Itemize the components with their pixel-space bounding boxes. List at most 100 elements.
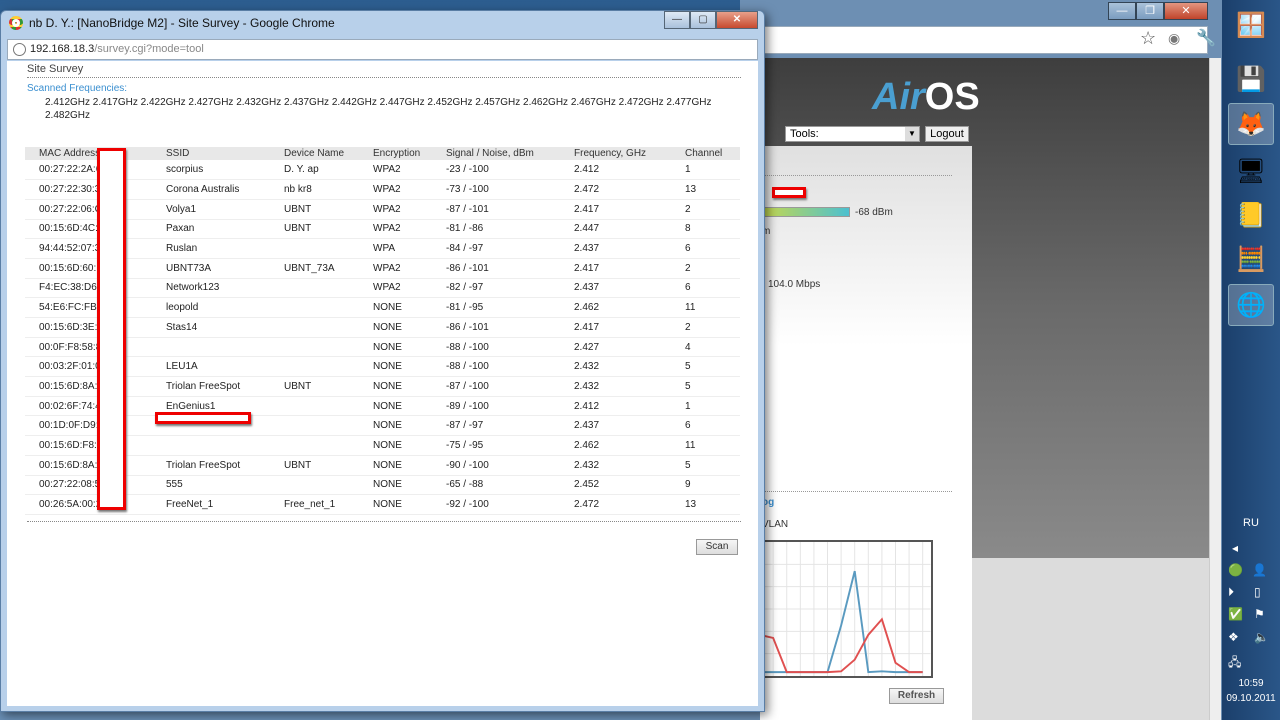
cell-channel: 2 <box>671 258 740 279</box>
column-header-encryption[interactable]: Encryption <box>359 147 432 160</box>
cell-ssid: Ruslan <box>152 238 270 259</box>
close-icon[interactable]: ✕ <box>716 11 758 29</box>
table-row[interactable]: 00:15:6D:8A:1 Triolan FreeSpot UBNT NONE -87… <box>25 376 740 397</box>
cell-channel: 5 <box>671 376 740 397</box>
logout-button[interactable]: Logout <box>925 126 969 142</box>
close-icon[interactable]: ✕ <box>1164 2 1208 20</box>
cell-channel: 4 <box>671 337 740 358</box>
cell-ssid: UBNT73A <box>152 258 270 279</box>
cell-channel: 2 <box>671 317 740 338</box>
cell-frequency: 2.462 <box>560 435 671 456</box>
cell-ssid <box>152 337 270 358</box>
language-indicator[interactable]: RU <box>1222 517 1280 529</box>
column-header-signal-noise[interactable]: Signal / Noise, dBm <box>432 147 560 160</box>
cell-frequency: 2.437 <box>560 278 671 299</box>
calculator-icon[interactable]: 🧮 <box>1228 238 1274 280</box>
utorrent-icon[interactable]: 🟢 <box>1228 563 1243 577</box>
redaction-box <box>772 187 806 198</box>
cell-frequency: 2.437 <box>560 415 671 437</box>
wrench-menu-icon[interactable]: 🔧 <box>1196 28 1216 48</box>
tray-app-icon[interactable]: ⏵ <box>1228 585 1234 600</box>
tools-select[interactable]: Tools: ▼ <box>785 126 920 142</box>
column-header-mac[interactable]: MAC Address <box>25 147 152 160</box>
rate-value: 104.0 Mbps <box>768 279 821 290</box>
table-row[interactable]: 00:26:5A:00:2 FreeNet_1 Free_net_1 NONE -92 … <box>25 494 740 515</box>
page-title: Site Survey <box>27 63 84 75</box>
cell-mac: 00:15:6D:4C:F <box>25 219 152 240</box>
show-hidden-icons-icon[interactable]: ◂ <box>1232 541 1238 555</box>
cell-ssid: FreeNet_1 <box>152 494 270 515</box>
remote-desktop-icon[interactable]: 🖥 <box>1228 150 1274 192</box>
volume-icon[interactable]: 🔈 <box>1254 630 1269 644</box>
cell-channel: 9 <box>671 475 740 496</box>
column-header-channel[interactable]: Channel <box>671 147 740 160</box>
firefox-icon[interactable]: 🦊 <box>1228 103 1274 145</box>
bookmark-star-icon[interactable]: ☆ <box>1140 28 1156 49</box>
cell-encryption: WPA2 <box>359 278 432 299</box>
network-icon[interactable]: 🖧 <box>1228 653 1241 674</box>
table-row[interactable]: 00:0F:F8:58:8 NONE -88 / -100 2.427 4 <box>25 337 740 358</box>
cell-mac: 00:15:6D:60:D <box>25 258 152 279</box>
cell-device-name: nb kr8 <box>270 179 359 200</box>
table-row[interactable]: 00:15:6D:4C:F Paxan UBNT WPA2 -81 / -86 2.447… <box>25 219 740 240</box>
column-header-ssid[interactable]: SSID <box>152 147 270 160</box>
chrome-icon <box>9 16 23 30</box>
table-row[interactable]: 00:27:22:08:5 555 NONE -65 / -88 2.452 9 <box>25 475 740 496</box>
restore-icon[interactable]: ❐ <box>1136 2 1164 20</box>
table-row[interactable]: 54:E6:FC:FB:1 leopold NONE -81 / -95 2.462 11 <box>25 297 740 318</box>
cell-encryption: NONE <box>359 396 432 417</box>
cell-frequency: 2.462 <box>560 297 671 318</box>
floppy-app-icon[interactable]: 💾 <box>1228 58 1274 100</box>
cell-mac: F4:EC:38:D6:E <box>25 278 152 299</box>
table-row[interactable]: 00:02:6F:74:4 EnGenius1 NONE -89 / -100 2.41… <box>25 396 740 417</box>
cell-mac: 00:27:22:30:3 <box>25 179 152 200</box>
agent-icon[interactable]: 👤 <box>1252 563 1267 577</box>
cell-signal-noise: -92 / -100 <box>432 494 560 515</box>
dropbox-icon[interactable]: ❖ <box>1228 630 1239 644</box>
table-row[interactable]: 00:15:6D:60:D UBNT73A UBNT_73A WPA2 -86 / -1… <box>25 258 740 279</box>
chrome-icon[interactable]: 🌐 <box>1228 284 1274 326</box>
table-row[interactable]: F4:EC:38:D6:E Network123 WPA2 -82 / -97 2.43… <box>25 278 740 299</box>
cell-device-name <box>270 435 359 456</box>
table-row[interactable]: 00:27:22:2A:6 scorpius D. Y. ap WPA2 -23 / -… <box>25 160 740 181</box>
column-header-frequency[interactable]: Frequency, GHz <box>560 147 671 160</box>
airos-logo: AirOS <box>872 76 980 118</box>
address-bar[interactable]: 192.168.18.3/survey.cgi?mode=tool <box>7 39 758 60</box>
table-row[interactable]: 00:15:6D:3E:2 Stas14 NONE -86 / -101 2.417 2 <box>25 317 740 338</box>
extension-icon[interactable]: ◉ <box>1168 30 1180 47</box>
cell-mac: 94:44:52:07:3 <box>25 238 152 259</box>
start-button-icon[interactable]: 🪟 <box>1228 4 1274 46</box>
flag-icon[interactable]: ⚑ <box>1254 607 1265 621</box>
column-header-device-name[interactable]: Device Name <box>270 147 359 160</box>
cell-ssid: Network123 <box>152 278 270 299</box>
cell-frequency: 2.432 <box>560 376 671 397</box>
check-icon[interactable]: ✅ <box>1228 607 1243 621</box>
clock[interactable]: 10:59 09.10.2011 <box>1222 676 1280 706</box>
table-row[interactable]: 00:03:2F:01:0 LEU1A NONE -88 / -100 2.432 5 <box>25 356 740 378</box>
maximize-icon[interactable]: ▢ <box>690 11 716 29</box>
page-scrollbar[interactable] <box>1209 58 1221 720</box>
1c-app-icon[interactable]: 📒 <box>1228 194 1274 236</box>
table-row[interactable]: 00:1D:0F:D9:0 NONE -87 / -97 2.437 6 <box>25 415 740 437</box>
minimize-icon[interactable]: — <box>1108 2 1136 20</box>
cell-channel: 1 <box>671 160 740 181</box>
table-row[interactable]: 00:27:22:30:3 Corona Australis nb kr8 WPA2-… <box>25 179 740 200</box>
cell-device-name <box>270 475 359 496</box>
table-row[interactable]: 00:15:6D:8A:1 Triolan FreeSpot UBNT NONE -90… <box>25 455 740 476</box>
cell-mac: 00:15:6D:8A:1 <box>25 455 152 476</box>
refresh-button[interactable]: Refresh <box>889 688 944 704</box>
table-row[interactable]: 00:15:6D:F8:F NONE -75 / -95 2.462 11 <box>25 435 740 456</box>
scan-button[interactable]: Scan <box>696 539 738 555</box>
cell-device-name <box>270 278 359 299</box>
table-row[interactable]: 94:44:52:07:3 Ruslan WPA -84 / -97 2.437 6 <box>25 238 740 259</box>
signal-value: -68 dBm <box>855 207 893 218</box>
minimize-icon[interactable]: — <box>664 11 690 29</box>
cell-ssid: 555 <box>152 475 270 496</box>
cell-ssid: leopold <box>152 297 270 318</box>
table-row[interactable]: 00:27:22:06:C Volya1 UBNT WPA2 -87 / -101 2.4… <box>25 199 740 220</box>
cell-frequency: 2.417 <box>560 199 671 220</box>
cell-encryption: NONE <box>359 475 432 496</box>
cell-mac: 54:E6:FC:FB:1 <box>25 297 152 318</box>
battery-icon[interactable]: ▯ <box>1254 585 1261 599</box>
cell-device-name <box>270 356 359 378</box>
